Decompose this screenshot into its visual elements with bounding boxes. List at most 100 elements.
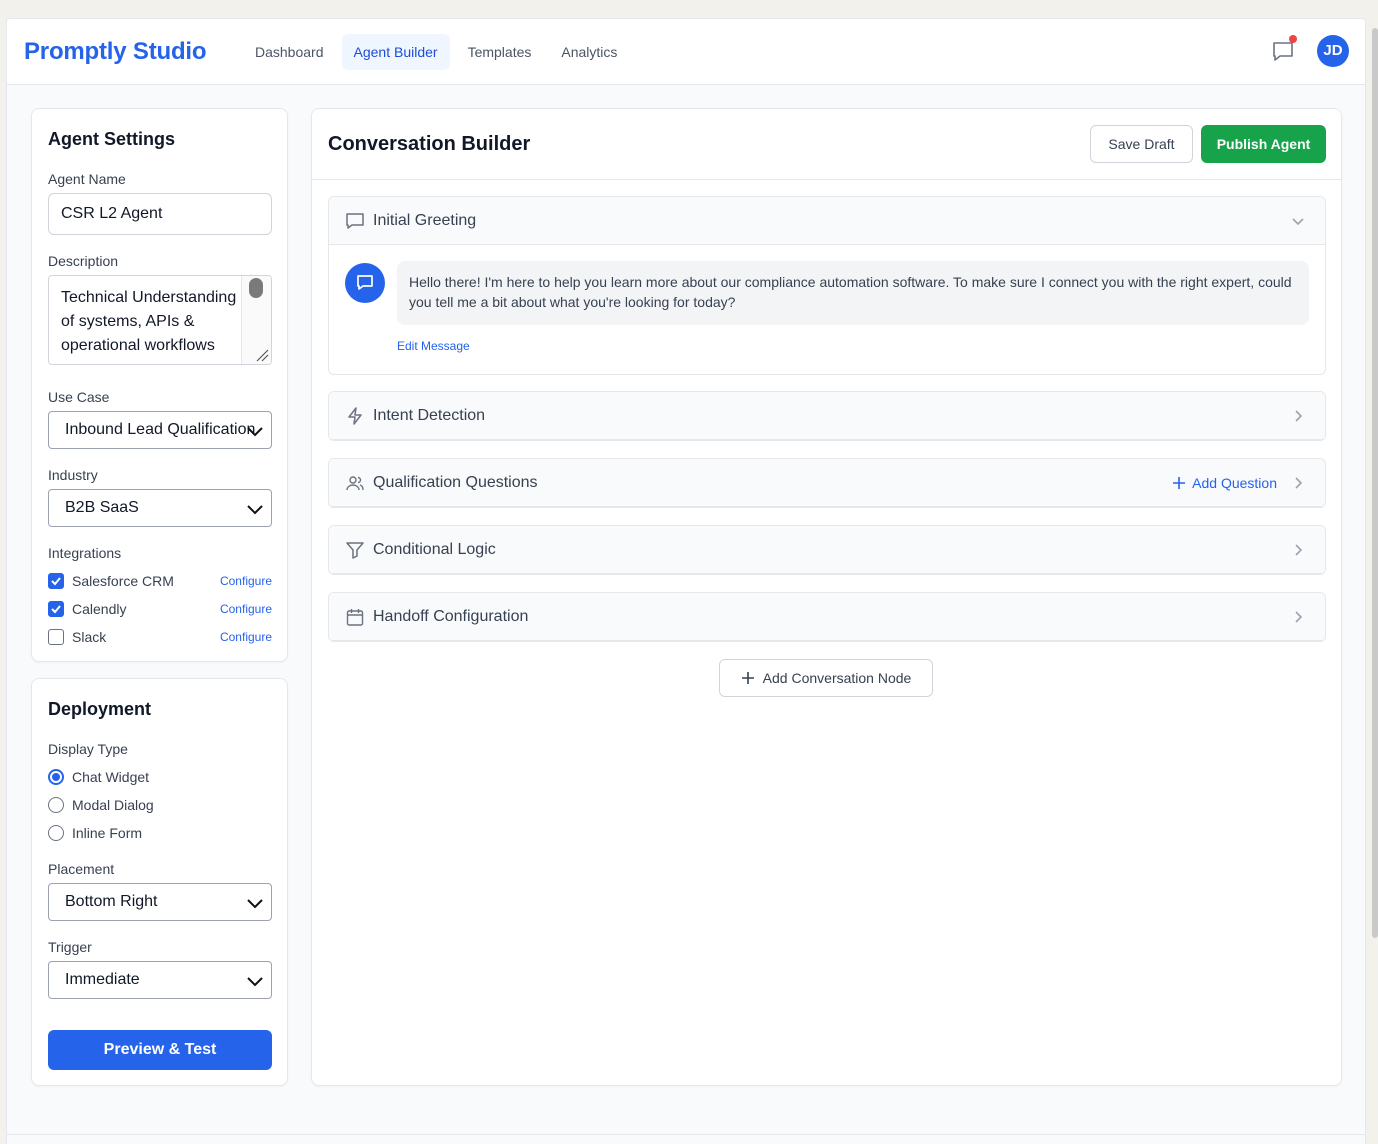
brand-logo[interactable]: Promptly Studio: [24, 38, 207, 66]
display-type-inline-form[interactable]: Inline Form: [48, 823, 272, 843]
node-title: Conditional Logic: [373, 541, 496, 558]
nav-dashboard[interactable]: Dashboard: [243, 34, 336, 70]
configure-slack-link[interactable]: Configure: [220, 630, 272, 644]
integrations-label: Integrations: [48, 545, 122, 561]
node-handoff-configuration[interactable]: Handoff Configuration: [328, 592, 1326, 642]
trigger-value: Immediate: [65, 971, 140, 988]
node-header[interactable]: Initial Greeting: [329, 197, 1325, 245]
chevron-down-icon[interactable]: [1289, 212, 1307, 230]
checkmark-icon: [51, 577, 61, 586]
calendar-icon: [346, 609, 364, 626]
integration-salesforce: Salesforce CRM Configure: [48, 571, 272, 591]
integration-name: Calendly: [72, 601, 127, 617]
add-node-label: Add Conversation Node: [762, 670, 912, 686]
agent-settings-title: Agent Settings: [48, 129, 176, 149]
notification-dot: [1289, 35, 1297, 43]
footer-divider: [7, 1134, 1365, 1135]
node-title: Initial Greeting: [373, 212, 477, 229]
node-header[interactable]: Qualification Questions Add Question: [329, 459, 1325, 507]
save-draft-button[interactable]: Save Draft: [1090, 125, 1193, 163]
integration-name: Salesforce CRM: [72, 573, 174, 589]
chevron-down-icon: [247, 977, 263, 987]
node-header[interactable]: Intent Detection: [329, 392, 1325, 440]
node-title: Qualification Questions: [373, 474, 538, 491]
plus-icon: [1173, 477, 1186, 489]
node-qualification-questions[interactable]: Qualification Questions Add Question: [328, 458, 1326, 508]
calendly-checkbox[interactable]: [48, 601, 64, 617]
deployment-title: Deployment: [48, 699, 152, 719]
checkmark-icon: [51, 605, 61, 614]
description-label: Description: [48, 253, 119, 269]
description-textarea[interactable]: Technical Understanding of systems, APIs…: [48, 275, 272, 365]
builder-title: Conversation Builder: [328, 133, 531, 155]
chevron-right-icon[interactable]: [1289, 407, 1307, 425]
zap-icon: [348, 407, 362, 425]
configure-calendly-link[interactable]: Configure: [220, 602, 272, 616]
add-question-button[interactable]: Add Question: [1172, 475, 1277, 491]
conversation-builder-card: Conversation Builder Save Draft Publish …: [311, 108, 1342, 1086]
chevron-down-icon: [247, 427, 263, 437]
nav-analytics[interactable]: Analytics: [549, 34, 629, 70]
builder-header: Conversation Builder Save Draft Publish …: [312, 109, 1341, 180]
radio-modal-dialog[interactable]: [48, 797, 64, 813]
chevron-right-icon[interactable]: [1289, 608, 1307, 626]
industry-value: B2B SaaS: [65, 499, 139, 516]
deployment-card: Deployment Display Type Chat Widget Moda…: [31, 678, 288, 1086]
configure-salesforce-link[interactable]: Configure: [220, 574, 272, 588]
node-conditional-logic[interactable]: Conditional Logic: [328, 525, 1326, 575]
main-nav: Dashboard Agent Builder Templates Analyt…: [243, 34, 629, 70]
display-type-chat-widget[interactable]: Chat Widget: [48, 767, 272, 787]
scroll-thumb[interactable]: [249, 278, 263, 298]
placement-value: Bottom Right: [65, 893, 158, 910]
agent-name-input[interactable]: CSR L2 Agent: [48, 193, 272, 235]
app-window: Promptly Studio Dashboard Agent Builder …: [6, 18, 1366, 1144]
notifications-button[interactable]: [1271, 35, 1297, 63]
integration-calendly: Calendly Configure: [48, 599, 272, 619]
filter-icon: [346, 542, 364, 559]
node-header[interactable]: Conditional Logic: [329, 526, 1325, 574]
industry-label: Industry: [48, 467, 98, 483]
greeting-message: Hello there! I'm here to help you learn …: [397, 261, 1309, 325]
node-header[interactable]: Handoff Configuration: [329, 593, 1325, 641]
salesforce-checkbox[interactable]: [48, 573, 64, 589]
plus-icon: [741, 672, 754, 684]
top-navigation-bar: Promptly Studio Dashboard Agent Builder …: [7, 19, 1365, 85]
page-scrollbar[interactable]: [1372, 28, 1378, 938]
use-case-select[interactable]: Inbound Lead Qualification: [48, 411, 272, 449]
chevron-right-icon[interactable]: [1289, 541, 1307, 559]
resize-handle-icon[interactable]: [255, 348, 269, 362]
users-icon: [346, 476, 364, 491]
radio-chat-widget[interactable]: [48, 769, 64, 785]
add-conversation-node-button[interactable]: Add Conversation Node: [719, 659, 933, 697]
slack-checkbox[interactable]: [48, 629, 64, 645]
nav-templates[interactable]: Templates: [456, 34, 544, 70]
user-avatar[interactable]: JD: [1317, 35, 1349, 67]
radio-inline-form[interactable]: [48, 825, 64, 841]
bot-avatar: [345, 263, 385, 303]
chevron-down-icon: [247, 505, 263, 515]
edit-message-link[interactable]: Edit Message: [397, 339, 470, 353]
node-title: Intent Detection: [373, 407, 486, 424]
radio-label: Chat Widget: [72, 769, 150, 785]
display-type-modal-dialog[interactable]: Modal Dialog: [48, 795, 272, 815]
integration-name: Slack: [72, 629, 107, 645]
nav-agent-builder[interactable]: Agent Builder: [341, 34, 450, 70]
message-square-icon: [346, 213, 364, 229]
node-intent-detection[interactable]: Intent Detection: [328, 391, 1326, 441]
agent-settings-card: Agent Settings Agent Name CSR L2 Agent D…: [31, 108, 288, 662]
chevron-right-icon[interactable]: [1289, 474, 1307, 492]
preview-test-button[interactable]: Preview & Test: [48, 1030, 272, 1070]
radio-label: Modal Dialog: [72, 797, 154, 813]
trigger-label: Trigger: [48, 939, 92, 955]
description-text: Technical Understanding of systems, APIs…: [61, 289, 237, 354]
display-type-label: Display Type: [48, 741, 128, 757]
trigger-select[interactable]: Immediate: [48, 961, 272, 999]
industry-select[interactable]: B2B SaaS: [48, 489, 272, 527]
radio-label: Inline Form: [72, 825, 143, 841]
placement-select[interactable]: Bottom Right: [48, 883, 272, 921]
add-question-label: Add Question: [1192, 475, 1277, 491]
publish-agent-button[interactable]: Publish Agent: [1201, 125, 1326, 163]
placement-label: Placement: [48, 861, 115, 877]
chat-bubble-icon: [357, 275, 373, 290]
use-case-value: Inbound Lead Qualification: [65, 421, 256, 438]
